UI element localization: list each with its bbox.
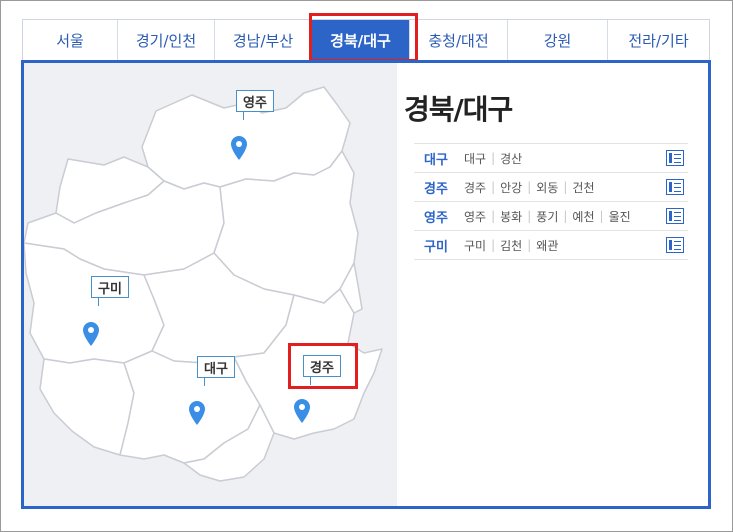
town-link[interactable]: 대구 xyxy=(464,150,486,167)
town-link[interactable]: 울진 xyxy=(609,208,631,225)
region-panel: 영주 구미 대구 경주 xyxy=(21,60,711,509)
town-link[interactable]: 외동 xyxy=(536,179,558,196)
map-pin-daegu-icon[interactable] xyxy=(189,401,205,425)
city-row-yeongju: 영주 영주 | 봉화 | 풍기 | 예천 | 울진 xyxy=(414,202,688,231)
tab-gangwon[interactable]: 강원 xyxy=(507,20,607,61)
city-name[interactable]: 경주 xyxy=(414,178,464,197)
map-pin-gyeongju-icon[interactable] xyxy=(294,399,310,423)
map-label-gyeongju[interactable]: 경주 xyxy=(303,355,341,385)
town-link[interactable]: 봉화 xyxy=(500,208,522,225)
region-tabs: 서울 경기/인천 경남/부산 경북/대구 충청/대전 강원 전라/기타 xyxy=(22,19,710,61)
city-row-gyeongju: 경주 경주 | 안강 | 외동 | 건천 xyxy=(414,173,688,202)
town-link[interactable]: 풍기 xyxy=(536,208,558,225)
map-label-daegu[interactable]: 대구 xyxy=(197,356,235,386)
region-map: 영주 구미 대구 경주 xyxy=(24,63,397,506)
town-link[interactable]: 김천 xyxy=(500,237,522,254)
separator: | xyxy=(563,209,568,223)
separator: | xyxy=(491,209,496,223)
city-list: 대구 대구 | 경산 경주 경주 | 안강 | 외동 | 건천 영주 영주 | … xyxy=(414,143,688,260)
town-link[interactable]: 왜관 xyxy=(536,237,558,254)
town-link[interactable]: 경주 xyxy=(464,179,486,196)
map-pin-gumi-icon[interactable] xyxy=(83,322,99,346)
separator: | xyxy=(599,209,604,223)
document-list-icon[interactable] xyxy=(666,179,684,195)
town-link[interactable]: 안강 xyxy=(500,179,522,196)
separator: | xyxy=(563,180,568,194)
document-list-icon[interactable] xyxy=(666,150,684,166)
tab-gyeongbuk-daegu[interactable]: 경북/대구 xyxy=(311,20,409,61)
town-link[interactable]: 건천 xyxy=(572,179,594,196)
tab-jeolla-etc[interactable]: 전라/기타 xyxy=(607,20,710,61)
map-region-southwest[interactable] xyxy=(39,358,135,456)
separator: | xyxy=(491,238,496,252)
separator: | xyxy=(491,180,496,194)
separator: | xyxy=(491,151,496,165)
map-label-gumi[interactable]: 구미 xyxy=(91,276,129,306)
document-list-icon[interactable] xyxy=(666,237,684,253)
region-title: 경북/대구 xyxy=(404,93,513,126)
city-name[interactable]: 대구 xyxy=(414,149,464,168)
map-pin-yeongju-icon[interactable] xyxy=(231,136,247,160)
tab-chungcheong-daejeon[interactable]: 충청/대전 xyxy=(409,20,507,61)
town-link[interactable]: 예천 xyxy=(572,208,594,225)
city-name[interactable]: 구미 xyxy=(414,236,464,255)
separator: | xyxy=(527,180,532,194)
separator: | xyxy=(527,238,532,252)
town-link[interactable]: 영주 xyxy=(464,208,486,225)
tab-gyeonggi-incheon[interactable]: 경기/인천 xyxy=(117,20,214,61)
tab-seoul[interactable]: 서울 xyxy=(22,20,117,61)
document-list-icon[interactable] xyxy=(666,208,684,224)
town-link[interactable]: 구미 xyxy=(464,237,486,254)
region-map-shape xyxy=(24,86,383,482)
city-row-daegu: 대구 대구 | 경산 xyxy=(414,144,688,173)
city-row-gumi: 구미 구미 | 김천 | 왜관 xyxy=(414,231,688,260)
town-link[interactable]: 경산 xyxy=(500,150,522,167)
tab-gyeongnam-busan[interactable]: 경남/부산 xyxy=(214,20,311,61)
city-name[interactable]: 영주 xyxy=(414,207,464,226)
separator: | xyxy=(527,209,532,223)
map-label-yeongju[interactable]: 영주 xyxy=(236,90,274,120)
